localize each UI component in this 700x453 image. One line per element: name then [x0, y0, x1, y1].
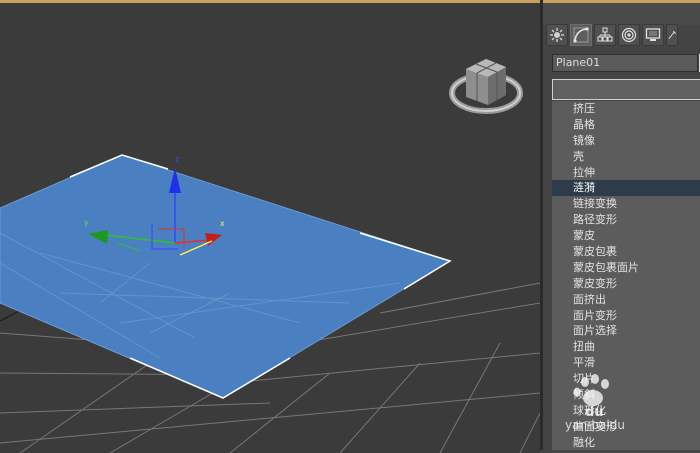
perspective-viewport[interactable]: z y x: [0, 0, 540, 453]
tab-hierarchy[interactable]: [594, 24, 616, 46]
panel-header-strip: [543, 0, 700, 25]
list-item[interactable]: 蒙皮变形: [552, 276, 700, 292]
hierarchy-icon: [597, 27, 613, 42]
list-item[interactable]: 蒙皮包裹面片: [552, 260, 700, 276]
list-item[interactable]: 挤压: [552, 101, 700, 117]
y-axis-label: y: [84, 218, 89, 227]
tab-motion[interactable]: [618, 24, 640, 46]
viewport-scene: z y x: [0, 59, 540, 453]
plane-object[interactable]: [0, 154, 452, 399]
list-item[interactable]: 蒙皮: [552, 228, 700, 244]
display-icon: [645, 28, 661, 41]
tab-display[interactable]: [642, 24, 664, 46]
sun-icon: [550, 28, 564, 42]
list-item[interactable]: 壳: [552, 149, 700, 165]
modifier-list-dropdown[interactable]: [552, 79, 700, 100]
list-item[interactable]: 晶格: [552, 117, 700, 133]
list-item[interactable]: 面挤出: [552, 292, 700, 308]
motion-icon: [621, 27, 637, 43]
paw-icon: du: [573, 374, 609, 420]
list-item[interactable]: 链接变换: [552, 196, 700, 212]
object-name-field[interactable]: Plane01: [552, 54, 698, 72]
utilities-icon: [668, 30, 677, 40]
viewcube[interactable]: [449, 59, 523, 114]
list-item-selected[interactable]: 涟漪: [552, 180, 700, 197]
z-axis-label: z: [175, 155, 179, 164]
tab-modify[interactable]: [570, 24, 592, 46]
curve-icon: [573, 27, 589, 43]
watermark-text: yan-baidu: [565, 418, 625, 432]
tab-create[interactable]: [546, 24, 568, 46]
baidu-watermark: du yan-baidu: [563, 372, 633, 442]
list-item[interactable]: 路径变形: [552, 212, 700, 228]
list-item[interactable]: 平滑: [552, 355, 700, 371]
list-item[interactable]: 面片选择: [552, 323, 700, 339]
list-item[interactable]: 拉伸: [552, 165, 700, 181]
tab-utilities[interactable]: [666, 24, 678, 46]
list-item[interactable]: 面片变形: [552, 308, 700, 324]
list-item[interactable]: 镜像: [552, 133, 700, 149]
x-axis-label: x: [220, 219, 225, 228]
list-item[interactable]: 扭曲: [552, 339, 700, 355]
command-panel-tabs: [546, 24, 678, 48]
list-item[interactable]: 蒙皮包裹: [552, 244, 700, 260]
